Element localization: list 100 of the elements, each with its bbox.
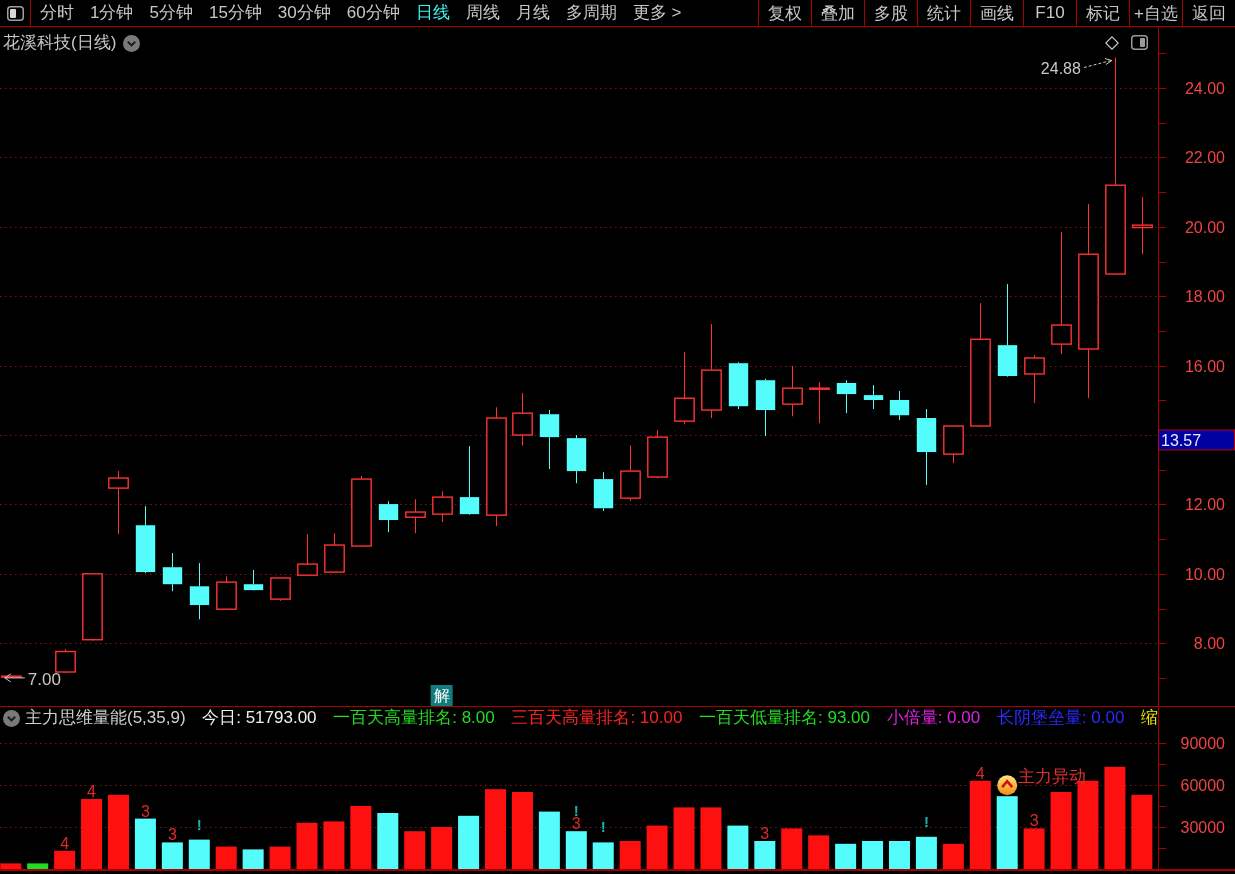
- bar: [0, 863, 22, 869]
- dashed-arrow-icon: [1083, 58, 1113, 69]
- bar: [1131, 794, 1153, 869]
- bar-label: 3: [140, 802, 150, 820]
- bar-label: 3: [167, 826, 177, 844]
- alert-label: !: [196, 815, 202, 833]
- candlestick: [82, 572, 103, 641]
- period-tab[interactable]: 月线: [515, 2, 550, 24]
- indicator-value: 一百天高量排名: 8.00: [333, 708, 495, 728]
- panel-icon[interactable]: [6, 5, 24, 21]
- indicator-value: 主力思维量能(5,35,9): [25, 708, 186, 728]
- toolbar-button[interactable]: 复权: [758, 0, 811, 26]
- candlestick: [566, 434, 587, 484]
- bar: [969, 780, 991, 869]
- period-tab[interactable]: 周线: [465, 2, 500, 24]
- toolbar-button[interactable]: 统计: [917, 0, 970, 26]
- bar: [565, 831, 587, 869]
- candlestick: [432, 490, 453, 523]
- signal-tag: 解: [430, 685, 453, 706]
- chevron-down-icon[interactable]: [3, 709, 20, 727]
- candlestick: [782, 365, 803, 417]
- indicator-value: 一百天低量排名: 93.00: [699, 708, 870, 728]
- bar: [835, 843, 857, 869]
- candlestick: [943, 424, 964, 464]
- candlestick: [270, 576, 291, 602]
- bar: [700, 807, 722, 869]
- bar: [888, 841, 910, 869]
- bar: [54, 850, 76, 869]
- candlestick: [216, 575, 237, 611]
- candlestick: [809, 381, 830, 424]
- arrow-icon: [4, 673, 26, 683]
- toolbar-button[interactable]: +自选: [1129, 0, 1182, 26]
- toolbar-button[interactable]: 画线: [970, 0, 1023, 26]
- indicator-value: 长阴堡垒量: 0.00: [996, 708, 1125, 728]
- period-tab[interactable]: 5分钟: [149, 2, 193, 24]
- candlestick: [647, 429, 668, 479]
- candlestick: [755, 378, 776, 437]
- bar: [431, 827, 453, 869]
- bar: [107, 794, 129, 869]
- period-tab[interactable]: 分时: [40, 2, 74, 24]
- candlestick: [863, 384, 884, 410]
- bar: [754, 841, 776, 869]
- toolbar-button[interactable]: 标记: [1076, 0, 1129, 26]
- bar: [161, 842, 183, 869]
- bar: [296, 822, 318, 869]
- high-price-label: 24.88: [1040, 59, 1081, 77]
- alert-label: !: [600, 818, 606, 836]
- bar: [404, 831, 426, 869]
- period-tab[interactable]: 15分钟: [208, 2, 262, 24]
- candlestick: [512, 392, 533, 446]
- bar: [27, 863, 49, 869]
- diamond-icon[interactable]: [1105, 35, 1119, 50]
- signal-label: 主力异动: [1018, 767, 1087, 787]
- candlestick: [297, 533, 318, 577]
- period-tab[interactable]: 多周期: [565, 2, 617, 24]
- axis-label: 60000: [1180, 777, 1225, 794]
- candlestick: [378, 500, 399, 533]
- bar: [511, 792, 533, 869]
- candlestick: [539, 409, 560, 470]
- period-tab[interactable]: 60分钟: [346, 2, 400, 24]
- toolbar-button[interactable]: F10: [1023, 0, 1076, 26]
- low-price-label: 7.00: [27, 669, 61, 689]
- candlestick: [162, 552, 183, 592]
- axis-label: 24.00: [1184, 80, 1225, 98]
- more-menu[interactable]: 更多 >: [632, 2, 682, 24]
- bar: [188, 839, 210, 869]
- period-tab[interactable]: 1分钟: [90, 2, 134, 24]
- bar: [673, 807, 695, 869]
- bar: [1023, 828, 1045, 869]
- chevron-down-icon[interactable]: [123, 34, 141, 52]
- bar-label: 3: [571, 815, 581, 833]
- candlestick: [1024, 354, 1045, 404]
- bar: [808, 835, 830, 869]
- axis-label: 16.00: [1184, 357, 1225, 375]
- indicator-value: 缩: [1140, 708, 1158, 728]
- bar: [350, 806, 372, 869]
- axis-label: 8.00: [1193, 635, 1225, 653]
- candlestick: [728, 361, 749, 410]
- period-tab[interactable]: 日线: [415, 2, 450, 24]
- candlestick: [189, 562, 210, 620]
- toolbar-button[interactable]: 多股: [864, 0, 917, 26]
- axis-label: 20.00: [1184, 218, 1225, 236]
- toolbar-button[interactable]: 返回: [1182, 0, 1235, 26]
- candlestick: [135, 505, 156, 574]
- bar: [242, 849, 264, 869]
- alert-label: !: [923, 812, 929, 830]
- period-tab[interactable]: 30分钟: [277, 2, 331, 24]
- toolbar-button[interactable]: 叠加: [811, 0, 864, 26]
- price-marker: 13.57: [1158, 429, 1235, 451]
- axis-label: 12.00: [1184, 496, 1225, 514]
- bar: [485, 789, 507, 869]
- panel-icon[interactable]: [1131, 35, 1148, 50]
- candlestick: [243, 569, 264, 591]
- candlestick: [620, 444, 641, 502]
- bar: [215, 846, 237, 869]
- candlestick: [108, 470, 129, 535]
- bar: [1104, 766, 1126, 869]
- bar-label: 4: [60, 834, 70, 852]
- bar: [862, 841, 884, 869]
- bar: [646, 825, 668, 869]
